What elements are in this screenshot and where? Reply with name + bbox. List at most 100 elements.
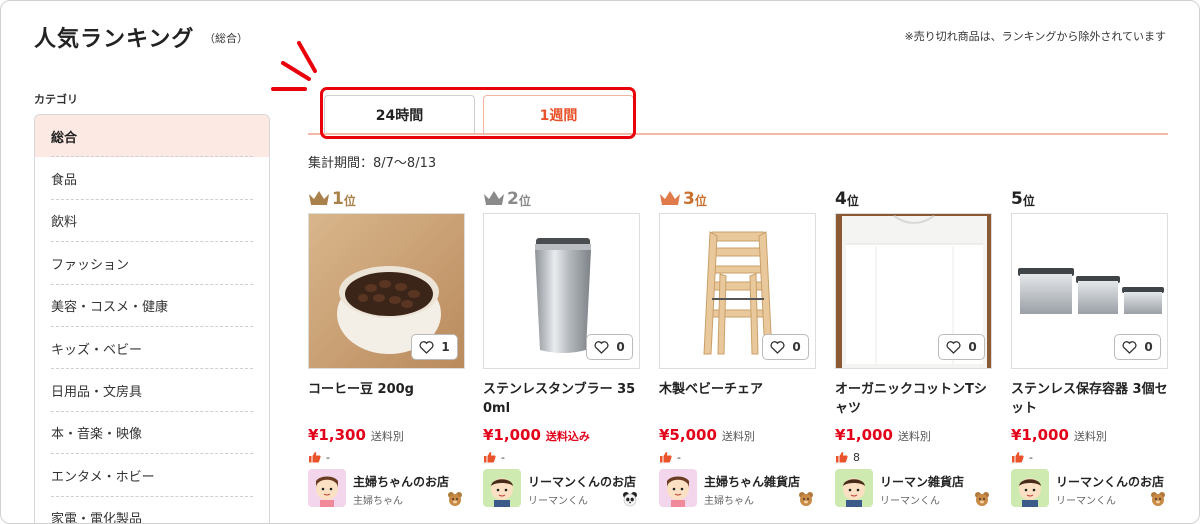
- shop-avatar: [308, 469, 346, 507]
- like-count: 0: [616, 340, 625, 354]
- product-card[interactable]: 1位 1 コーヒー豆 200g ¥1,300 送料別 - 主婦ちゃんのお店 主婦…: [308, 183, 465, 509]
- product-price: ¥1,300: [308, 426, 366, 444]
- tab-highlight-frame: [320, 87, 636, 139]
- bear-icon: [1151, 492, 1165, 506]
- rank-number: 5: [1011, 189, 1023, 209]
- shop-owner: リーマンくん: [1056, 496, 1116, 507]
- shop-owner: 主婦ちゃん: [704, 496, 754, 507]
- sold-out-notice: ※売り切れ商品は、ランキングから除外されています: [904, 30, 1166, 43]
- product-image-tumbler[interactable]: 0: [483, 213, 640, 369]
- rank-label: 3位: [659, 183, 816, 209]
- shop-avatar: [1011, 469, 1049, 507]
- product-image-tshirt[interactable]: 0: [835, 213, 992, 369]
- category-item-drinks[interactable]: 飲料: [35, 200, 269, 243]
- rank-label: 1位: [308, 183, 465, 209]
- rank-suffix: 位: [1022, 194, 1035, 208]
- like-count: 1: [441, 340, 450, 354]
- shop-name[interactable]: リーマンくんのお店: [1056, 473, 1164, 490]
- thumbs-up-icon: [660, 452, 672, 463]
- shipping-label: 送料別: [721, 430, 755, 443]
- page-subtitle: （総合）: [204, 32, 248, 45]
- heart-icon: [419, 340, 434, 354]
- shipping-label: 送料別: [370, 430, 404, 443]
- like-count: 0: [968, 340, 977, 354]
- category-heading: カテゴリ: [34, 93, 78, 106]
- shop-name[interactable]: リーマン雑貨店: [880, 473, 964, 490]
- panda-icon: [623, 492, 637, 507]
- shop-name[interactable]: 主婦ちゃんのお店: [353, 473, 449, 490]
- shop-info[interactable]: リーマン雑貨店 リーマンくん: [835, 469, 992, 509]
- product-card[interactable]: 3位 0 木製ベビーチェア ¥5,000 送料別 - 主婦ちゃん雑貨店 主婦ちゃ…: [659, 183, 816, 509]
- rating-value: 8: [853, 450, 860, 464]
- thumbs-up-icon: [484, 452, 496, 463]
- page-title: 人気ランキング: [34, 27, 195, 52]
- shop-info[interactable]: 主婦ちゃんのお店 主婦ちゃん: [308, 469, 465, 509]
- category-item-food[interactable]: 食品: [35, 157, 269, 201]
- product-name[interactable]: 木製ベビーチェア: [659, 380, 816, 418]
- rank-label: 2位: [483, 183, 640, 209]
- product-image-containers[interactable]: 0: [1011, 213, 1168, 369]
- shop-name[interactable]: リーマンくんのお店: [528, 473, 636, 490]
- product-card[interactable]: 2位 0 ステンレスタンブラー 350ml ¥1,000 送料込み - リーマン…: [483, 183, 640, 509]
- aggregation-period: 集計期間：8/7〜8/13: [308, 156, 437, 171]
- like-count: 0: [792, 340, 801, 354]
- shop-info[interactable]: 主婦ちゃん雑貨店 主婦ちゃん: [659, 469, 816, 509]
- shop-owner: 主婦ちゃん: [353, 496, 403, 507]
- product-card[interactable]: 4位 0 オーガニックコットンTシャツ ¥1,000 送料別 8 リーマン雑貨店…: [835, 183, 992, 509]
- rank-number: 2: [507, 189, 519, 209]
- shop-owner: リーマンくん: [528, 496, 588, 507]
- rank-label: 4位: [835, 183, 992, 209]
- ranking-page: 人気ランキング （総合） ※売り切れ商品は、ランキングから除外されています カテ…: [0, 0, 1200, 524]
- shop-avatar: [659, 469, 697, 507]
- rank-number: 4: [835, 189, 847, 209]
- like-button[interactable]: 0: [762, 334, 809, 360]
- rating-value: -: [501, 450, 505, 464]
- product-image-baby-chair[interactable]: 0: [659, 213, 816, 369]
- heart-icon: [1122, 340, 1137, 354]
- shop-name[interactable]: 主婦ちゃん雑貨店: [704, 473, 800, 490]
- product-name[interactable]: コーヒー豆 200g: [308, 380, 465, 418]
- bear-icon: [448, 492, 462, 506]
- rating-value: -: [677, 450, 681, 464]
- attention-spark-icon: [271, 41, 317, 91]
- product-price: ¥1,000: [835, 426, 893, 444]
- crown-icon: [660, 191, 680, 205]
- rank-label: 5位: [1011, 183, 1168, 209]
- category-item-fashion[interactable]: ファッション: [35, 242, 269, 285]
- product-price: ¥1,000: [1011, 426, 1069, 444]
- shop-info[interactable]: リーマンくんのお店 リーマンくん: [1011, 469, 1168, 509]
- like-button[interactable]: 0: [586, 334, 633, 360]
- shipping-label: 送料別: [897, 430, 931, 443]
- product-card[interactable]: 5位 0 ステンレス保存容器 3個セット ¥1,000 送料別 - リーマンくん…: [1011, 183, 1168, 509]
- category-item-all[interactable]: 総合: [35, 115, 269, 158]
- like-button[interactable]: 1: [411, 334, 458, 360]
- product-name[interactable]: ステンレスタンブラー 350ml: [483, 380, 640, 418]
- shop-avatar: [835, 469, 873, 507]
- category-item-entertainment[interactable]: エンタメ・ホビー: [35, 454, 269, 497]
- rank-suffix: 位: [343, 194, 356, 208]
- product-name[interactable]: オーガニックコットンTシャツ: [835, 380, 992, 418]
- category-item-beauty[interactable]: 美容・コスメ・健康: [35, 285, 269, 328]
- like-button[interactable]: 0: [938, 334, 985, 360]
- like-button[interactable]: 0: [1114, 334, 1161, 360]
- product-image-coffee-beans[interactable]: 1: [308, 213, 465, 369]
- shop-info[interactable]: リーマンくんのお店 リーマンくん: [483, 469, 640, 509]
- category-list: 総合 食品 飲料 ファッション 美容・コスメ・健康 キッズ・ベビー 日用品・文房…: [34, 114, 270, 523]
- category-item-books-media[interactable]: 本・音楽・映像: [35, 412, 269, 455]
- category-item-daily-goods[interactable]: 日用品・文房具: [35, 369, 269, 413]
- category-item-electronics[interactable]: 家電・電化製品: [35, 497, 269, 523]
- thumbs-up-icon: [836, 452, 848, 463]
- rating-value: -: [326, 450, 330, 464]
- heart-icon: [770, 340, 785, 354]
- heart-icon: [594, 340, 609, 354]
- product-price: ¥1,000: [483, 426, 541, 444]
- like-count: 0: [1144, 340, 1153, 354]
- bear-icon: [799, 492, 813, 506]
- heart-icon: [946, 340, 961, 354]
- shipping-label: 送料別: [1073, 430, 1107, 443]
- product-name[interactable]: ステンレス保存容器 3個セット: [1011, 380, 1168, 418]
- rating-value: -: [1029, 450, 1033, 464]
- product-price: ¥5,000: [659, 426, 717, 444]
- category-item-kids[interactable]: キッズ・ベビー: [35, 327, 269, 370]
- shop-owner: リーマンくん: [880, 496, 940, 507]
